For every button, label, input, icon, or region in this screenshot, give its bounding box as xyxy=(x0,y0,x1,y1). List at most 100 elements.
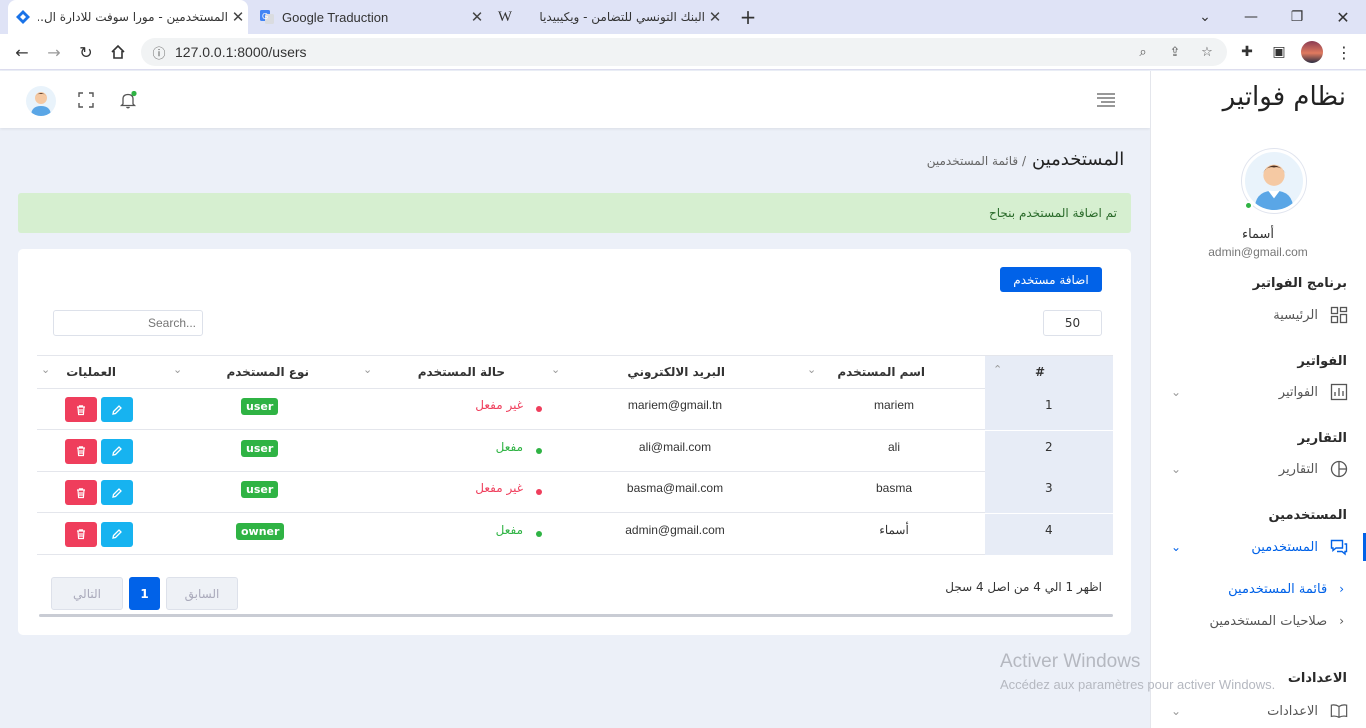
trash-icon xyxy=(77,487,85,498)
sort-icon: ⌄ xyxy=(41,363,51,376)
header-label: حالة المستخدم xyxy=(417,365,505,379)
edit-button[interactable] xyxy=(101,397,133,422)
extensions-icon[interactable]: ✚ xyxy=(1235,40,1259,64)
cell-number: 1 xyxy=(985,389,1113,430)
close-icon[interactable]: ✕ xyxy=(467,8,487,26)
header-cell-status[interactable]: حالة المستخدم ⌄ xyxy=(359,356,547,389)
edit-button[interactable] xyxy=(101,521,133,547)
cell-email: mariem@gmail.tn xyxy=(627,398,723,412)
tab-search-icon[interactable]: ⌄ xyxy=(1182,0,1228,34)
url-text: 127.0.0.1:8000/users xyxy=(175,44,307,60)
browser-tab[interactable]: G Google Traduction ✕ xyxy=(252,0,487,34)
cell-username: ali xyxy=(887,439,900,454)
trash-icon xyxy=(77,446,85,457)
header-cell-number[interactable]: # ⌃ xyxy=(985,356,1113,389)
close-window-icon[interactable]: ✕ xyxy=(1320,0,1366,34)
sort-icon: ⌄ xyxy=(807,363,817,376)
sidebar-subitem-permissions[interactable]: ‹ صلاحيات المستخدمين xyxy=(1151,607,1366,635)
page-length-select[interactable]: 50 xyxy=(1043,310,1102,336)
status-dot xyxy=(536,530,542,537)
fullscreen-icon[interactable] xyxy=(78,92,94,108)
reload-icon[interactable]: ↻ xyxy=(74,40,98,64)
cell-number: 4 xyxy=(985,513,1113,555)
sidebar-item-invoices[interactable]: الفواتير ⌄ xyxy=(1151,378,1366,406)
profile-avatar[interactable] xyxy=(1300,40,1324,64)
cell-email: basma@mail.com xyxy=(626,481,724,495)
brand-title[interactable]: نظام فواتير xyxy=(1223,82,1346,112)
browser-tab-bar: المستخدمين - مورا سوفت للادارة ال... ✕ G… xyxy=(0,0,1366,34)
pagination-next[interactable]: التالي xyxy=(51,577,123,610)
user-email: admin@gmail.com xyxy=(1208,245,1308,259)
header-cell-email[interactable]: البريد الالكتروني ⌄ xyxy=(547,356,803,389)
tab-title: المستخدمين - مورا سوفت للادارة ال... xyxy=(38,10,228,24)
sort-icon: ⌄ xyxy=(363,363,373,376)
cell-status: غير مفعل xyxy=(475,398,523,412)
header-cell-username[interactable]: اسم المستخدم ⌄ xyxy=(803,356,985,389)
google-translate-icon: G xyxy=(258,8,276,26)
role-badge: user xyxy=(241,398,279,415)
header-cell-role[interactable]: نوع المستخدم ⌄ xyxy=(169,356,359,389)
sidebar-subitem-users-list[interactable]: ‹ قائمة المستخدمين xyxy=(1151,575,1366,603)
header-avatar[interactable] xyxy=(26,86,56,116)
delete-button[interactable] xyxy=(65,480,97,505)
app-header xyxy=(0,71,1150,128)
sidebar-item-users[interactable]: المستخدمين ⌄ xyxy=(1151,533,1366,561)
watermark-text: Accédez aux paramètres pour activer Wind… xyxy=(1000,677,1276,692)
back-icon[interactable]: ← xyxy=(10,40,34,64)
status-dot xyxy=(536,406,542,412)
browser-tab-active[interactable]: المستخدمين - مورا سوفت للادارة ال... ✕ xyxy=(8,0,248,34)
address-bar[interactable]: ⓘ 127.0.0.1:8000/users ⌕ ⇪ ☆ xyxy=(141,38,1227,66)
table-header: # ⌃ اسم المستخدم ⌄ البريد الالكتروني ⌄ ح… xyxy=(37,355,1113,389)
close-icon[interactable]: ✕ xyxy=(228,8,248,26)
zoom-icon[interactable]: ⌕ xyxy=(1135,44,1151,60)
page-title: المستخدمين xyxy=(1032,149,1125,170)
book-icon xyxy=(1330,702,1348,720)
bar-chart-icon xyxy=(1330,383,1348,401)
sidebar-item-home[interactable]: الرئيسية xyxy=(1151,301,1366,329)
cell-email: admin@gmail.com xyxy=(625,522,725,537)
success-alert: تم اضافة المستخدم بنجاح xyxy=(18,193,1131,233)
info-icon[interactable]: ⓘ xyxy=(151,44,167,62)
cell-username: basma xyxy=(875,481,913,495)
online-status-dot xyxy=(1244,201,1253,210)
star-icon[interactable]: ☆ xyxy=(1199,44,1215,60)
header-cell-actions[interactable]: العمليات ⌄ xyxy=(37,356,169,389)
delete-button[interactable] xyxy=(65,521,97,547)
forward-icon[interactable]: → xyxy=(42,40,66,64)
minimize-icon[interactable]: — xyxy=(1228,0,1274,34)
notification-bell-icon[interactable] xyxy=(119,90,137,109)
close-icon[interactable]: ✕ xyxy=(705,8,725,26)
maximize-icon[interactable]: ❐ xyxy=(1274,0,1320,34)
new-tab-button[interactable]: + xyxy=(736,0,760,34)
horizontal-scrollbar[interactable] xyxy=(39,614,1113,617)
chevron-down-icon: ⌄ xyxy=(1171,540,1182,554)
sort-icon: ⌄ xyxy=(551,363,561,376)
pagination-page-1[interactable]: 1 xyxy=(129,577,160,610)
share-icon[interactable]: ⇪ xyxy=(1167,44,1183,60)
users-icon xyxy=(1330,538,1348,556)
breadcrumb[interactable]: / قائمة المستخدمين xyxy=(927,154,1026,168)
delete-button[interactable] xyxy=(65,397,97,422)
header-label: اسم المستخدم xyxy=(837,365,925,379)
browser-tab[interactable]: W البنك التونسي للتضامن - ويكيبيديا ✕ xyxy=(490,0,725,34)
sidebar-heading-invoices: الفواتير xyxy=(1297,354,1347,369)
sidebar-item-settings[interactable]: الاعدادات ⌄ xyxy=(1151,697,1366,725)
header-label: نوع المستخدم xyxy=(226,365,309,379)
side-panel-icon[interactable]: ▣ xyxy=(1267,40,1291,64)
chevron-left-icon: ‹ xyxy=(1339,582,1344,596)
sidebar-heading-settings: الاعدادات xyxy=(1287,671,1347,686)
search-input[interactable] xyxy=(53,310,203,336)
add-user-button[interactable]: اضافة مستخدم xyxy=(1000,267,1102,292)
sort-asc-icon: ⌃ xyxy=(993,363,1003,376)
pagination-prev[interactable]: السابق xyxy=(166,577,238,610)
delete-button[interactable] xyxy=(65,438,97,464)
menu-icon[interactable]: ⋮ xyxy=(1332,40,1356,64)
sidebar-item-label: الفواتير xyxy=(1278,384,1318,400)
table-row: 1 mariem mariem@gmail.tn غير مفعل user xyxy=(37,389,1113,430)
edit-button[interactable] xyxy=(101,438,133,464)
edit-button[interactable] xyxy=(101,480,133,505)
user-name: أسماء xyxy=(1241,227,1275,242)
home-icon[interactable] xyxy=(106,40,130,64)
menu-toggle-icon[interactable] xyxy=(1096,92,1116,108)
sidebar-item-reports[interactable]: التقارير ⌄ xyxy=(1151,455,1366,483)
